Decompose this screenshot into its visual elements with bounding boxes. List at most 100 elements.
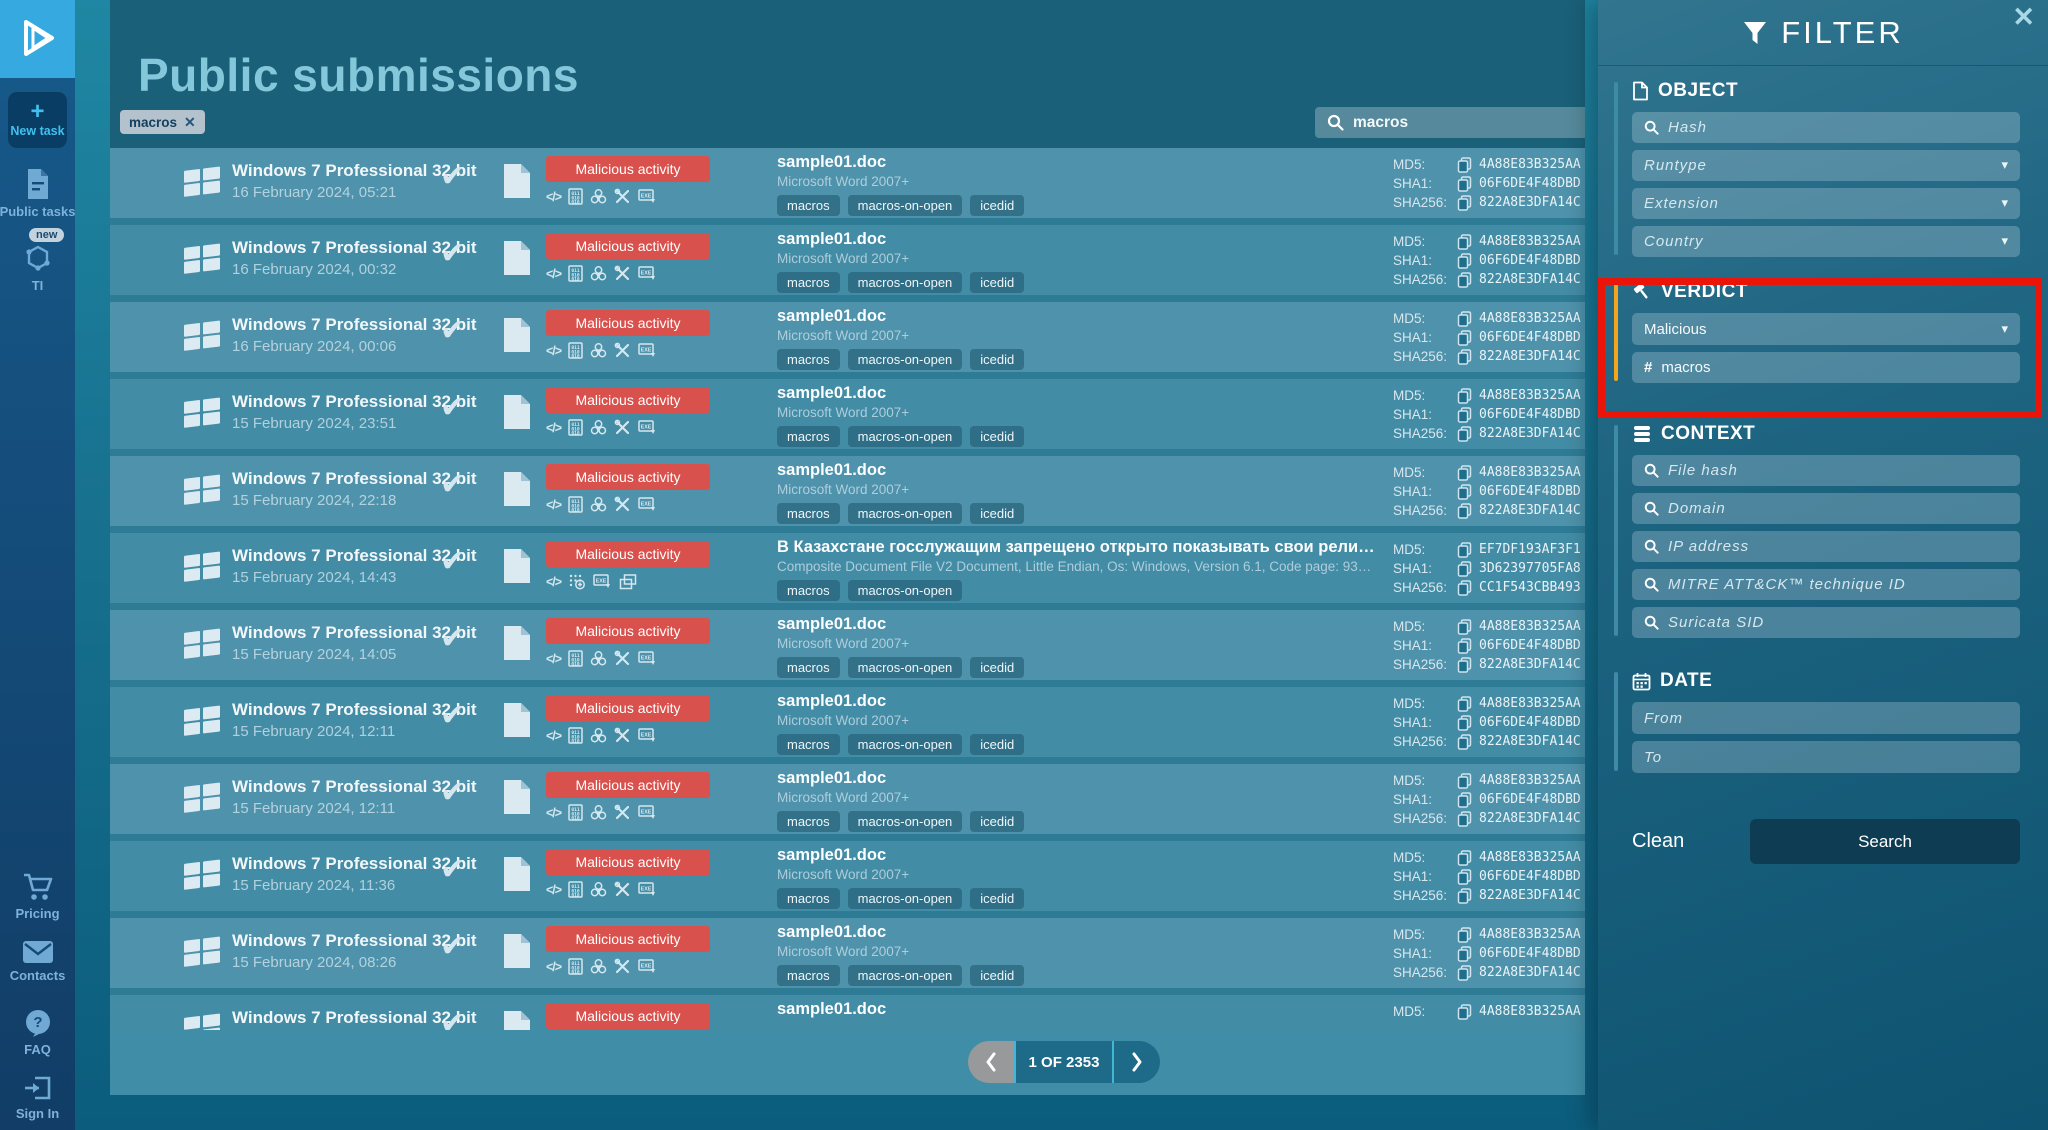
table-row[interactable]: Windows 7 Professional 32 bit 15 Februar… [110, 456, 1585, 526]
tag-macros[interactable]: macros [777, 657, 840, 678]
tag-macros-on-open[interactable]: macros-on-open [848, 965, 963, 986]
tag-macros[interactable]: macros [777, 195, 840, 216]
file-name[interactable]: В Казахстане госслужащим запрещено откры… [777, 538, 1377, 557]
tag-macros[interactable]: macros [777, 349, 840, 370]
copy-icon[interactable] [1457, 869, 1479, 885]
filter-search-button[interactable]: Search [1750, 819, 2020, 864]
copy-icon[interactable] [1457, 311, 1479, 327]
copy-icon[interactable] [1457, 253, 1479, 269]
copy-icon[interactable] [1457, 811, 1479, 827]
file-name[interactable]: sample01.doc [777, 384, 1377, 403]
tag-icedid[interactable]: icedid [970, 888, 1024, 909]
copy-icon[interactable] [1457, 561, 1479, 577]
table-row[interactable]: Windows 7 Professional 32 bit 15 Februar… [110, 918, 1585, 988]
anyrun-logo[interactable] [0, 0, 75, 78]
file-name[interactable]: sample01.doc [777, 692, 1377, 711]
copy-icon[interactable] [1457, 715, 1479, 731]
sidebar-item-public-tasks[interactable]: Public tasks [0, 168, 75, 219]
country-select[interactable]: Country ▾ [1632, 226, 2020, 257]
verdict-select[interactable]: Malicious ▾ [1632, 313, 2020, 345]
tag-macros-on-open[interactable]: macros-on-open [848, 426, 963, 447]
table-row[interactable]: Windows 7 Professional 32 bit 15 Februar… [110, 533, 1585, 603]
table-row[interactable]: Windows 7 Professional 32 bit 15 Februar… [110, 610, 1585, 680]
tag-macros-on-open[interactable]: macros-on-open [848, 888, 963, 909]
copy-icon[interactable] [1457, 927, 1479, 943]
prev-page-button[interactable] [968, 1041, 1014, 1083]
copy-icon[interactable] [1457, 696, 1479, 712]
copy-icon[interactable] [1457, 176, 1479, 192]
table-row[interactable]: Windows 7 Professional 32 bit 16 Februar… [110, 225, 1585, 295]
runtype-select[interactable]: Runtype ▾ [1632, 150, 2020, 181]
tag-macros[interactable]: macros [777, 888, 840, 909]
copy-icon[interactable] [1457, 657, 1479, 673]
copy-icon[interactable] [1457, 1004, 1479, 1020]
tag-macros[interactable]: macros [777, 503, 840, 524]
mitre-technique-input[interactable]: MITRE ATT&CK™ technique ID [1632, 569, 2020, 600]
new-task-button[interactable]: + New task [8, 92, 67, 148]
table-row[interactable]: Windows 7 Professional 32 bit ✔ Maliciou… [110, 995, 1585, 1030]
file-name[interactable]: sample01.doc [777, 230, 1377, 249]
tag-icedid[interactable]: icedid [970, 965, 1024, 986]
copy-icon[interactable] [1457, 619, 1479, 635]
domain-input[interactable]: Domain [1632, 493, 2020, 524]
tag-macros[interactable]: macros [777, 811, 840, 832]
tag-macros[interactable]: macros [777, 580, 840, 601]
copy-icon[interactable] [1457, 503, 1479, 519]
tag-macros-on-open[interactable]: macros-on-open [848, 657, 963, 678]
sidebar-item-pricing[interactable]: Pricing [0, 872, 75, 921]
table-row[interactable]: Windows 7 Professional 32 bit 15 Februar… [110, 379, 1585, 449]
copy-icon[interactable] [1457, 946, 1479, 962]
tag-macros[interactable]: macros [777, 734, 840, 755]
copy-icon[interactable] [1457, 484, 1479, 500]
tag-icedid[interactable]: icedid [970, 503, 1024, 524]
file-name[interactable]: sample01.doc [777, 846, 1377, 865]
copy-icon[interactable] [1457, 407, 1479, 423]
tag-icedid[interactable]: icedid [970, 426, 1024, 447]
copy-icon[interactable] [1457, 850, 1479, 866]
table-row[interactable]: Windows 7 Professional 32 bit 15 Februar… [110, 687, 1585, 757]
copy-icon[interactable] [1457, 157, 1479, 173]
search-input[interactable]: macros [1315, 107, 1585, 138]
file-hash-input[interactable]: File hash [1632, 455, 2020, 486]
copy-icon[interactable] [1457, 888, 1479, 904]
sidebar-item-faq[interactable]: ? FAQ [0, 1008, 75, 1057]
verdict-tag-input[interactable]: # macros [1632, 352, 2020, 383]
tag-macros-on-open[interactable]: macros-on-open [848, 195, 963, 216]
file-name[interactable]: sample01.doc [777, 923, 1377, 942]
file-name[interactable]: sample01.doc [777, 769, 1377, 788]
sidebar-item-ti[interactable]: new TI [0, 242, 75, 293]
tag-macros-on-open[interactable]: macros-on-open [848, 580, 963, 601]
active-filter-chip[interactable]: macros ✕ [120, 110, 205, 134]
suricata-sid-input[interactable]: Suricata SID [1632, 607, 2020, 638]
tag-macros[interactable]: macros [777, 426, 840, 447]
copy-icon[interactable] [1457, 272, 1479, 288]
copy-icon[interactable] [1457, 638, 1479, 654]
tag-macros-on-open[interactable]: macros-on-open [848, 811, 963, 832]
table-row[interactable]: Windows 7 Professional 32 bit 15 Februar… [110, 841, 1585, 911]
copy-icon[interactable] [1457, 580, 1479, 596]
date-to-input[interactable]: To [1632, 741, 2020, 773]
tag-icedid[interactable]: icedid [970, 195, 1024, 216]
tag-macros-on-open[interactable]: macros-on-open [848, 272, 963, 293]
tag-macros-on-open[interactable]: macros-on-open [848, 734, 963, 755]
table-row[interactable]: Windows 7 Professional 32 bit 15 Februar… [110, 764, 1585, 834]
tag-icedid[interactable]: icedid [970, 734, 1024, 755]
copy-icon[interactable] [1457, 965, 1479, 981]
copy-icon[interactable] [1457, 734, 1479, 750]
tag-icedid[interactable]: icedid [970, 272, 1024, 293]
next-page-button[interactable] [1114, 1041, 1160, 1083]
sidebar-item-signin[interactable]: Sign In [0, 1074, 75, 1121]
tag-icedid[interactable]: icedid [970, 657, 1024, 678]
extension-select[interactable]: Extension ▾ [1632, 188, 2020, 219]
hash-filter-input[interactable]: Hash [1632, 112, 2020, 143]
copy-icon[interactable] [1457, 349, 1479, 365]
tag-macros-on-open[interactable]: macros-on-open [848, 349, 963, 370]
table-row[interactable]: Windows 7 Professional 32 bit 16 Februar… [110, 148, 1585, 218]
copy-icon[interactable] [1457, 388, 1479, 404]
file-name[interactable]: sample01.doc [777, 1000, 1377, 1019]
copy-icon[interactable] [1457, 792, 1479, 808]
copy-icon[interactable] [1457, 330, 1479, 346]
copy-icon[interactable] [1457, 234, 1479, 250]
tag-macros[interactable]: macros [777, 272, 840, 293]
copy-icon[interactable] [1457, 426, 1479, 442]
